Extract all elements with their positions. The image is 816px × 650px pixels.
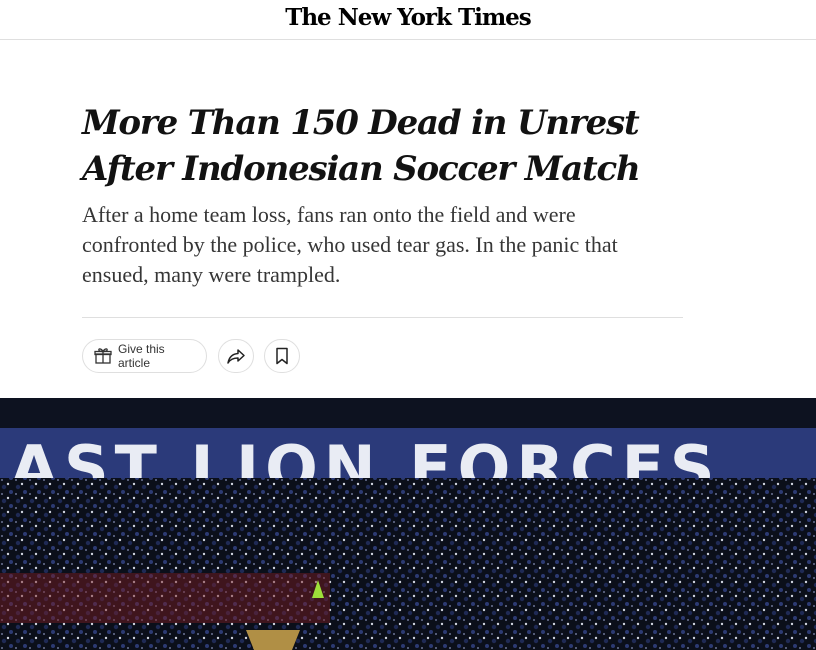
golden-basket: [246, 630, 300, 650]
save-button[interactable]: [264, 339, 300, 373]
bookmark-icon: [272, 346, 292, 366]
share-button[interactable]: [218, 339, 254, 373]
divider: [82, 317, 683, 318]
article-headline: More Than 150 Dead in Unrest After Indon…: [82, 103, 641, 189]
gift-icon: [93, 346, 113, 366]
lead-photo[interactable]: AST LION FORCES: [0, 398, 816, 650]
masthead: The New York Times: [0, 0, 816, 40]
give-article-label: Give this article: [118, 342, 165, 370]
share-icon: [226, 346, 246, 366]
give-article-button[interactable]: Give this article: [82, 339, 207, 373]
nyt-logo[interactable]: The New York Times: [0, 4, 816, 31]
crowd: [0, 478, 816, 650]
stadium-crowd-image: AST LION FORCES: [0, 398, 816, 650]
article-summary: After a home team loss, fans ran onto th…: [82, 202, 618, 287]
